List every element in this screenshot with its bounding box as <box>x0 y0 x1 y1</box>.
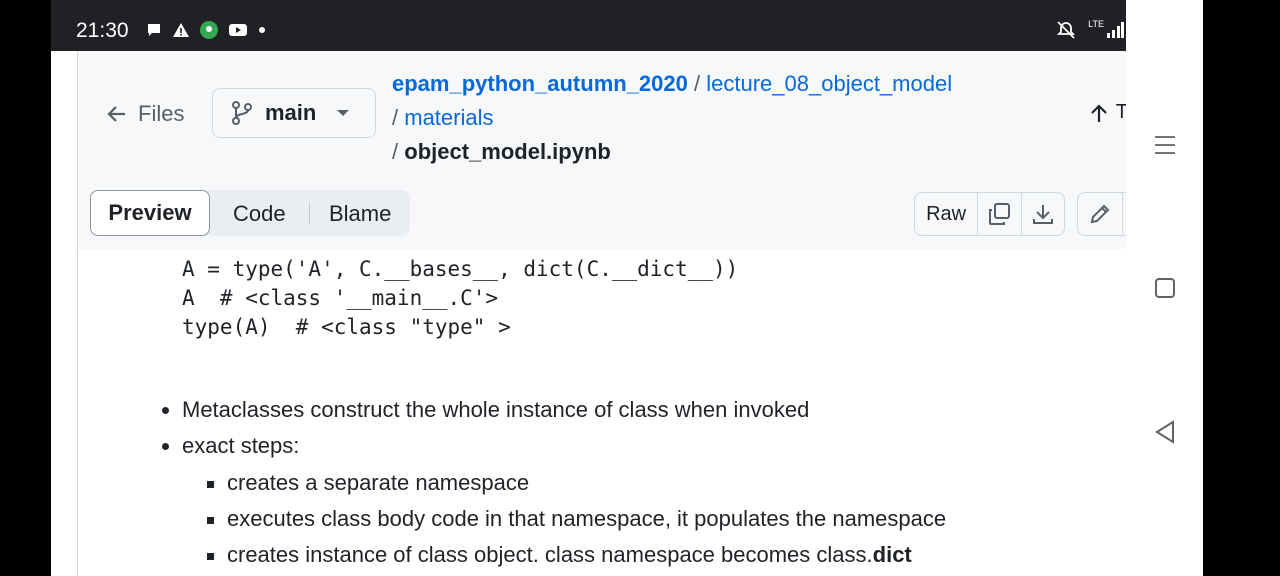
arrow-up-icon <box>1090 103 1107 122</box>
breadcrumb-separator: / <box>392 105 399 130</box>
sub-list-item-text: executes class body code in that namespa… <box>227 506 947 531</box>
caret-down-icon <box>337 110 350 116</box>
breadcrumb-separator: / <box>392 139 399 164</box>
list-item-text: Metaclasses construct the whole instance… <box>182 397 810 422</box>
download-icon <box>1032 205 1053 224</box>
sub-list-item: creates a separate namespace <box>207 467 946 503</box>
bullet-list: Metaclasses construct the whole instance… <box>162 395 947 575</box>
chat-icon <box>148 24 160 36</box>
list-item: exact steps: <box>162 431 946 467</box>
code-line: A # <class '__main__.C'> <box>182 286 499 310</box>
breadcrumb-separator: / <box>694 71 701 96</box>
branch-name: main <box>265 100 317 125</box>
tab-divider <box>309 202 310 224</box>
arrow-left-icon <box>107 106 125 122</box>
sub-list-item-bold: dict <box>872 542 912 567</box>
more-notifications-icon <box>259 27 265 33</box>
back-icon[interactable] <box>1154 420 1176 444</box>
status-time: 21:30 <box>76 19 129 42</box>
recents-menu-icon[interactable] <box>1154 134 1176 156</box>
back-files-label: Files <box>138 101 185 126</box>
sub-list-item-text: creates a separate namespace <box>227 470 530 495</box>
code-line: A = type('A', C.__bases__, dict(C.__dict… <box>182 257 739 281</box>
back-to-files-button[interactable]: Files <box>106 101 184 127</box>
app-screen: 21:30 LTE Files main epam_python_autumn_… <box>51 0 1203 576</box>
git-branch-icon <box>232 101 252 125</box>
code-block: A = type('A', C.__bases__, dict(C.__dict… <box>182 255 738 342</box>
list-item: Metaclasses construct the whole instance… <box>162 395 946 431</box>
network-type: LTE <box>1088 19 1104 29</box>
file-actions-group: Raw <box>914 192 1065 236</box>
sub-list-item: creates instance of class object. class … <box>207 539 946 575</box>
raw-button[interactable]: Raw <box>915 193 979 235</box>
copy-button[interactable] <box>978 193 1022 235</box>
branch-selector[interactable]: main <box>212 88 376 138</box>
list-item-text: exact steps: <box>182 433 300 458</box>
copy-icon <box>989 203 1011 225</box>
file-header: Files main epam_python_autumn_2020 / lec… <box>77 51 1177 179</box>
breadcrumb: epam_python_autumn_2020 / lecture_08_obj… <box>392 67 952 169</box>
edit-button[interactable] <box>1078 193 1124 235</box>
breadcrumb-dir-link[interactable]: lecture_08_object_model <box>706 71 952 96</box>
tab-blame[interactable]: Blame <box>329 201 391 227</box>
android-nav-bar <box>1126 0 1203 576</box>
view-mode-tabs: Preview Code Blame <box>90 190 410 236</box>
breadcrumb-repo-link[interactable]: epam_python_autumn_2020 <box>392 71 688 96</box>
notebook-preview: A = type('A', C.__bases__, dict(C.__dict… <box>77 249 1177 576</box>
status-bar: 21:30 LTE <box>51 0 1203 51</box>
tab-preview[interactable]: Preview <box>90 190 210 236</box>
code-line: type(A) # <class "type" > <box>182 315 511 339</box>
sub-list-item-text: creates instance of class object. class … <box>227 542 873 567</box>
home-icon[interactable] <box>1154 277 1176 299</box>
mute-bell-icon <box>1056 21 1076 39</box>
youtube-icon <box>229 24 247 36</box>
sub-list-item: executes class body code in that namespa… <box>207 503 947 539</box>
app-notification-icon <box>200 21 218 39</box>
file-toolbar: Preview Code Blame Raw <box>77 178 1177 250</box>
download-button[interactable] <box>1022 193 1064 235</box>
notification-icons <box>146 21 266 39</box>
tab-code[interactable]: Code <box>233 201 286 227</box>
pencil-icon <box>1090 204 1110 224</box>
breadcrumb-current-file: object_model.ipynb <box>404 139 611 164</box>
breadcrumb-materials-link[interactable]: materials <box>404 105 493 130</box>
warning-icon <box>173 23 189 37</box>
signal-icon <box>1107 22 1124 38</box>
